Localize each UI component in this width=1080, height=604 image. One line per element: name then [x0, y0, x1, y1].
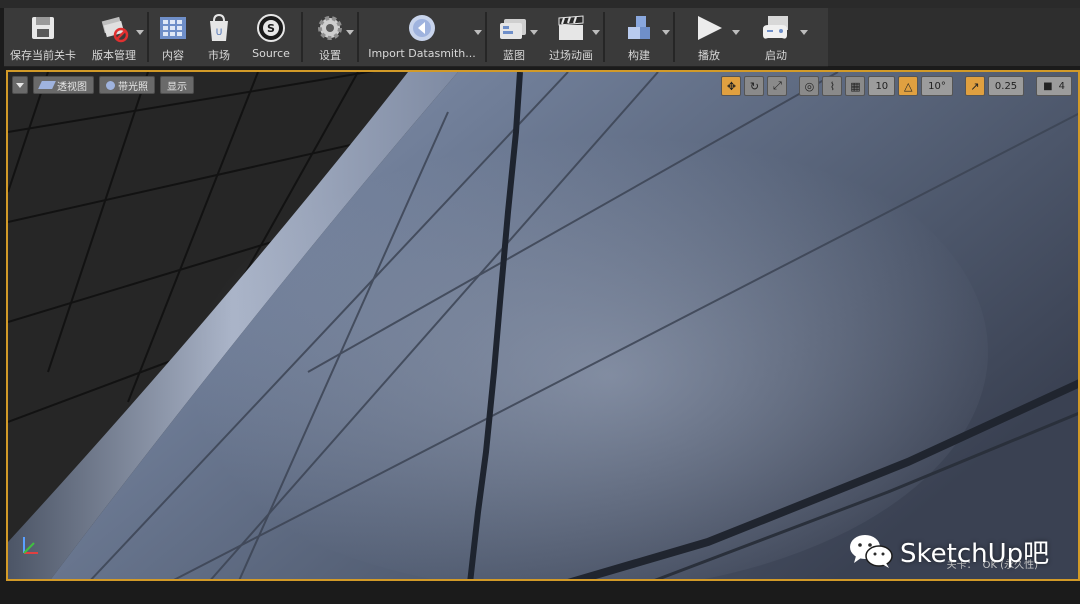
watermark: SketchUp吧 [848, 532, 1049, 570]
cinematics-button[interactable]: 过场动画 [540, 8, 602, 66]
content-grid-icon [157, 12, 189, 44]
clapperboard-icon [555, 12, 587, 44]
perspective-view-button[interactable]: 透视图 [33, 76, 94, 94]
rotate-mode-button[interactable]: ↻ [744, 76, 765, 96]
scale-snap-icon: ↗ [970, 79, 980, 93]
source-button[interactable]: S Source [242, 8, 300, 66]
perspective-view-label: 透视图 [57, 81, 87, 93]
blueprints-label: 蓝图 [503, 49, 525, 62]
floppy-disk-icon [27, 12, 59, 44]
camera-speed-button[interactable]: ■ 4 [1036, 76, 1072, 96]
blueprints-button[interactable]: 蓝图 [488, 8, 540, 66]
viewport-options-button[interactable] [12, 76, 28, 94]
blueprints-dropdown-arrow[interactable] [530, 30, 538, 35]
import-datasmith-dropdown-arrow[interactable] [474, 30, 482, 35]
watermark-text: SketchUp吧 [900, 538, 1050, 569]
launch-button[interactable]: 启动 [742, 8, 810, 66]
show-flags-button[interactable]: 显示 [160, 76, 194, 94]
camera-icon: ■ [1043, 80, 1053, 92]
settings-button[interactable]: 设置 [304, 8, 356, 66]
toolbar-separator [357, 12, 359, 62]
save-current-level-label: 保存当前关卡 [10, 49, 76, 62]
build-cubes-icon [623, 12, 655, 44]
level-viewport[interactable]: 透视图 带光照 显示 ✥ ↻ ⤢ ◎ ⌇ ▦ 10 △ 10° ↗ 0.25 ■… [6, 70, 1080, 581]
translate-mode-button[interactable]: ✥ [721, 76, 742, 96]
play-button[interactable]: 播放 [676, 8, 742, 66]
marketplace-label: 市场 [208, 49, 230, 62]
y-axis-icon [23, 542, 35, 554]
scale-icon: ⤢ [773, 79, 782, 92]
build-label: 构建 [628, 49, 650, 62]
cinematics-label: 过场动画 [549, 49, 593, 62]
chevron-down-icon [16, 82, 24, 88]
build-button[interactable]: 构建 [606, 8, 672, 66]
viewport-scene[interactable] [8, 72, 1080, 581]
toolbar-separator [147, 12, 149, 62]
coordinate-system-button[interactable]: ◎ [799, 76, 820, 96]
viewport-right-toolbar: ✥ ↻ ⤢ ◎ ⌇ ▦ 10 △ 10° ↗ 0.25 ■ 4 [721, 76, 1072, 96]
wechat-logo-icon [850, 535, 893, 568]
play-icon [693, 12, 725, 44]
surface-snap-icon: ⌇ [829, 79, 836, 93]
grid-snap-toggle[interactable]: ▦ [845, 76, 866, 96]
lit-sphere-icon [106, 80, 115, 90]
toolbar-separator [673, 12, 675, 62]
grid-icon: ▦ [850, 79, 861, 93]
move-arrows-icon: ✥ [726, 79, 737, 93]
source-control-icon [98, 12, 130, 44]
launch-dropdown-arrow[interactable] [800, 30, 808, 35]
window-bottom-strip [0, 582, 1080, 604]
datasmith-icon [406, 12, 438, 44]
blueprint-icon [498, 12, 530, 44]
toolbar-empty-area [828, 8, 1080, 66]
svg-text:S: S [267, 22, 275, 35]
grid-snap-value[interactable]: 10 [868, 76, 896, 96]
scale-snap-value[interactable]: 0.25 [987, 76, 1025, 96]
play-dropdown-arrow[interactable] [732, 30, 740, 35]
marketplace-button[interactable]: U 市场 [196, 8, 242, 66]
source-control-dropdown-arrow[interactable] [136, 30, 144, 35]
window-top-strip [0, 0, 1080, 8]
toolbar-separator [301, 12, 303, 62]
settings-gear-icon [314, 12, 346, 44]
toolbar-separator [485, 12, 487, 62]
rotation-snap-toggle[interactable]: △ [898, 76, 919, 96]
perspective-cube-icon [38, 81, 56, 89]
rotate-icon: ↻ [749, 79, 760, 93]
import-datasmith-label: Import Datasmith... [368, 47, 476, 60]
axis-gizmo [18, 533, 44, 563]
launch-gamepad-icon [760, 12, 792, 44]
viewport-left-toolbar: 透视图 带光照 显示 [12, 76, 194, 94]
source-logo-icon: S [255, 12, 287, 44]
rotation-snap-value[interactable]: 10° [921, 76, 953, 96]
angle-icon: △ [903, 79, 913, 93]
scale-mode-button[interactable]: ⤢ [767, 76, 788, 96]
content-button[interactable]: 内容 [150, 8, 196, 66]
settings-label: 设置 [319, 49, 341, 62]
marketplace-icon: U [203, 12, 235, 44]
toolbar-separator [603, 12, 605, 62]
source-control-button[interactable]: 版本管理 [82, 8, 146, 66]
build-dropdown-arrow[interactable] [662, 30, 670, 35]
import-datasmith-button[interactable]: Import Datasmith... [360, 8, 484, 66]
settings-dropdown-arrow[interactable] [346, 30, 354, 35]
launch-label: 启动 [765, 49, 787, 62]
content-label: 内容 [162, 49, 184, 62]
main-toolbar: 保存当前关卡 版本管理 内容 U 市场 S Source 设置 Import D… [4, 8, 828, 67]
play-label: 播放 [698, 49, 720, 62]
source-control-label: 版本管理 [92, 49, 136, 62]
save-current-level-button[interactable]: 保存当前关卡 [4, 8, 82, 66]
surface-snapping-button[interactable]: ⌇ [822, 76, 843, 96]
lit-mode-button[interactable]: 带光照 [99, 76, 155, 94]
lit-mode-label: 带光照 [118, 81, 148, 93]
scale-snap-toggle[interactable]: ↗ [964, 76, 985, 96]
svg-text:U: U [216, 28, 223, 38]
cinematics-dropdown-arrow[interactable] [592, 30, 600, 35]
source-label: Source [252, 47, 290, 60]
globe-icon: ◎ [804, 79, 815, 93]
show-flags-label: 显示 [167, 81, 187, 93]
camera-speed-value: 4 [1058, 80, 1065, 92]
